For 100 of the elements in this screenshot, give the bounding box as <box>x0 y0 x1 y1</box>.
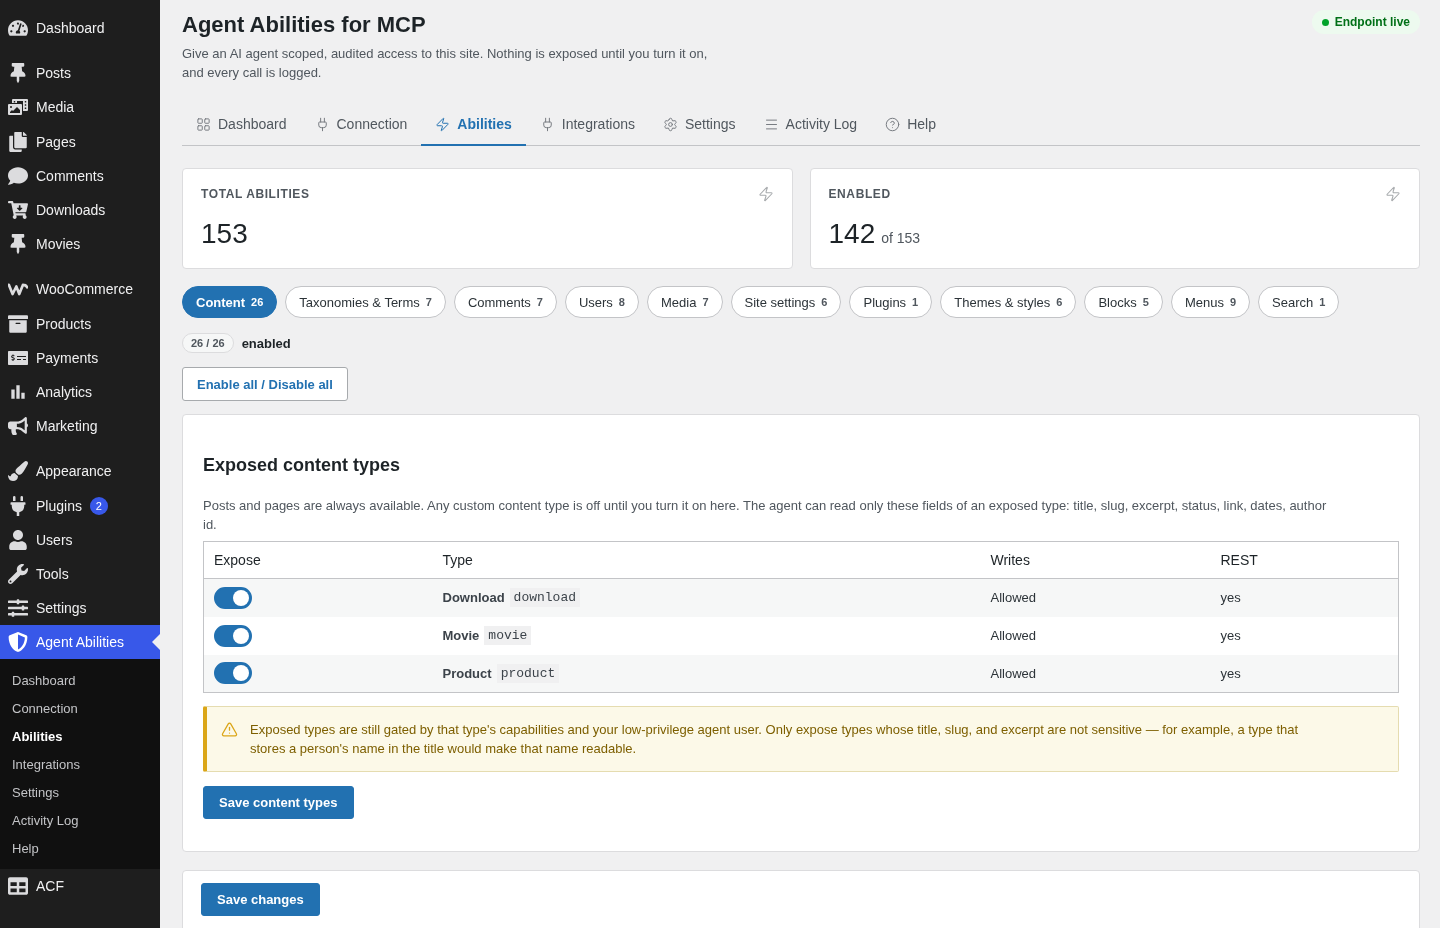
submenu-item[interactable]: Integrations <box>0 750 160 779</box>
sidebar-item[interactable]: Agent Abilities <box>0 625 160 660</box>
category-filter[interactable]: Users 8 <box>564 286 639 318</box>
table-cell: Allowed <box>980 578 1211 617</box>
section-title: Exposed content types <box>203 454 402 477</box>
nav-tab[interactable]: Activity Log <box>749 104 872 146</box>
enable-disable-all-button[interactable]: Enable all / Disable all <box>182 367 348 401</box>
pages-icon <box>8 131 28 152</box>
nav-tab[interactable]: Help <box>871 104 950 146</box>
toggle-switch[interactable] <box>214 586 252 609</box>
grid-icon <box>196 116 211 132</box>
column-header: Expose <box>203 541 433 579</box>
table-cell: yes <box>1210 654 1399 693</box>
sidebar-item[interactable]: Tools <box>0 556 160 591</box>
sidebar-item[interactable]: Dashboard <box>0 11 160 46</box>
type-name: Download <box>442 590 505 606</box>
sidebar-item[interactable]: ACF <box>0 869 160 904</box>
sidebar-item[interactable]: Media <box>0 90 160 125</box>
media-icon <box>8 97 28 118</box>
category-filter[interactable]: Content 26 <box>182 286 278 318</box>
type-name: Movie <box>442 628 480 643</box>
category-filter[interactable]: Menus 9 <box>1170 286 1251 318</box>
sidebar-item[interactable]: Settings <box>0 591 160 626</box>
sidebar-item[interactable]: Pages <box>0 124 160 159</box>
pin-icon <box>8 234 28 255</box>
submenu-item[interactable]: Connection <box>0 694 160 723</box>
sidebar-item[interactable]: WooCommerce <box>0 272 160 307</box>
submenu-item[interactable]: Settings <box>0 778 160 807</box>
plug-icon <box>8 495 28 516</box>
nav-tab[interactable]: Integrations <box>525 104 649 146</box>
save-content-types-button[interactable]: Save content types <box>203 786 354 819</box>
sliders-icon <box>8 598 28 619</box>
sidebar-item[interactable]: Products <box>0 306 160 341</box>
wrench-icon <box>8 563 28 584</box>
category-filter[interactable]: Plugins 1 <box>849 286 933 318</box>
page-description: Give an AI agent scoped, audited access to this site. Nothing is exposed until you turn it on, and every call is logged. <box>182 45 709 82</box>
category-filter[interactable]: Comments 7 <box>453 286 557 318</box>
category-filter[interactable]: Blocks 5 <box>1084 286 1163 318</box>
gauge-icon <box>8 18 28 39</box>
lightning-icon <box>435 116 451 132</box>
nav-tab[interactable]: Connection <box>300 104 422 146</box>
column-header: Type <box>432 541 981 579</box>
lightning-icon <box>1385 186 1401 202</box>
submenu-item[interactable]: Activity Log <box>0 806 160 835</box>
sidebar-item[interactable]: Plugins 2 <box>0 488 160 523</box>
sidebar-item[interactable]: Comments <box>0 158 160 193</box>
status-label: Endpoint live <box>1334 15 1410 29</box>
enabled-label: enabled <box>241 335 291 351</box>
stat-label: ENABLED <box>828 187 891 201</box>
megaphone-icon <box>8 416 28 437</box>
type-slug: download <box>509 588 581 608</box>
column-header: Writes <box>980 541 1211 579</box>
toggle-switch[interactable] <box>214 662 252 685</box>
stat-value: 142 <box>828 217 876 251</box>
sidebar-item[interactable]: Downloads <box>0 192 160 228</box>
stat-value: 153 <box>201 217 248 251</box>
archive-box-icon <box>8 313 28 334</box>
stat-total: of 153 <box>881 230 921 246</box>
sidebar-item[interactable]: Payments <box>0 340 160 375</box>
save-changes-button[interactable]: Save changes <box>201 883 320 916</box>
sidebar-item[interactable]: Movies <box>0 227 160 262</box>
submenu-item[interactable]: Dashboard <box>0 666 160 695</box>
sidebar-item[interactable]: Users <box>0 522 160 557</box>
toggle-switch[interactable] <box>214 624 252 647</box>
lightning-icon <box>757 186 774 202</box>
type-name: Product <box>442 665 492 681</box>
table-cell: yes <box>1210 616 1399 655</box>
enabled-count: 26 / 26 <box>182 333 234 353</box>
type-slug: product <box>496 663 560 683</box>
cart-icon <box>8 200 28 221</box>
nav-tab[interactable]: Abilities <box>421 104 526 146</box>
sidebar-item[interactable]: Analytics <box>0 374 160 410</box>
user-icon <box>8 529 28 550</box>
settings-icon <box>662 116 678 132</box>
pin-icon <box>8 63 28 84</box>
sidebar-item[interactable]: Appearance <box>0 454 160 489</box>
sidebar-item[interactable]: Posts <box>0 56 160 91</box>
category-filter[interactable]: Site settings 6 <box>730 286 842 318</box>
speech-bubble-icon <box>8 165 28 186</box>
current-marker-icon <box>152 634 160 651</box>
column-header: REST <box>1210 541 1399 579</box>
category-filter[interactable]: Themes & styles 6 <box>940 286 1077 318</box>
category-filter[interactable]: Taxonomies & Terms 7 <box>285 286 446 318</box>
table-cell: Allowed <box>980 654 1211 693</box>
category-filter[interactable]: Search 1 <box>1258 286 1340 318</box>
paintbrush-icon <box>8 461 28 482</box>
table-cell: yes <box>1210 578 1399 617</box>
nav-tab[interactable]: Dashboard <box>182 104 301 146</box>
submenu-item[interactable]: Abilities <box>0 722 160 751</box>
section-description: Posts and pages are always available. Any custom content type is off until you turn it on here. The agent can read only these fields of an exposed type: title, slug, excerpt, status, link, dates, author id. <box>203 497 1328 534</box>
page-title: Agent Abilities for MCP <box>182 11 427 39</box>
nav-tab[interactable]: Settings <box>648 104 750 146</box>
shield-icon <box>8 632 28 653</box>
submenu-item[interactable]: Help <box>0 834 160 863</box>
type-slug: movie <box>484 626 532 645</box>
sidebar-item[interactable]: Marketing <box>0 409 160 444</box>
table-icon <box>8 876 28 897</box>
update-count: 2 <box>89 496 108 515</box>
category-filter[interactable]: Media 7 <box>646 286 723 318</box>
table-cell: Allowed <box>980 616 1211 655</box>
